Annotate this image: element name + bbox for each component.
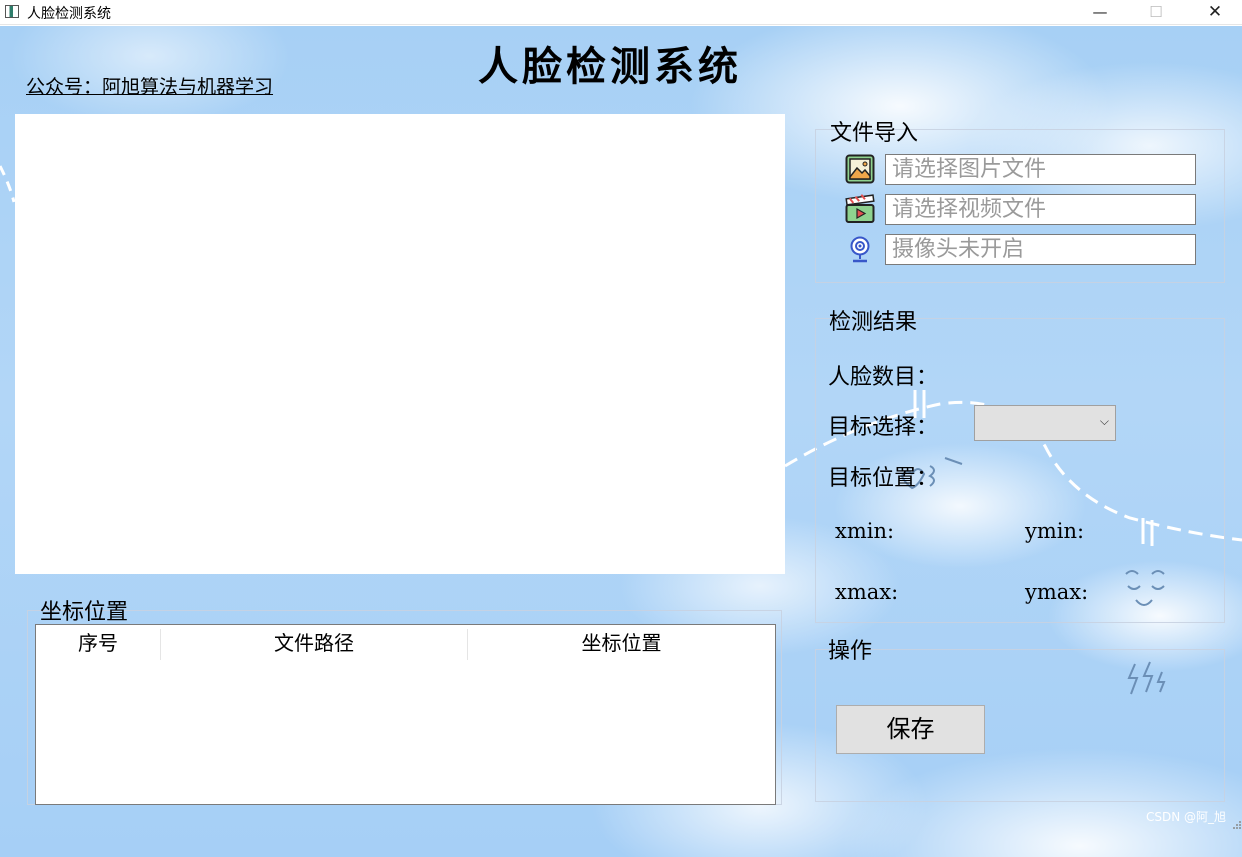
target-position-label: 目标位置： (828, 466, 939, 491)
video-file-input[interactable]: 请选择视频文件 (885, 194, 1196, 225)
image-file-input[interactable]: 请选择图片文件 (885, 154, 1196, 185)
image-display-area (15, 114, 785, 574)
target-select-label: 目标选择： (828, 415, 939, 440)
video-file-icon[interactable] (845, 194, 875, 224)
save-button[interactable]: 保存 (836, 705, 985, 754)
camera-icon[interactable] (845, 234, 875, 264)
face-count-label: 人脸数目： (828, 365, 939, 390)
xmin-label: xmin: (835, 519, 895, 543)
app-icon (5, 5, 19, 18)
watermark-text: CSDN @阿_旭 (1146, 810, 1227, 824)
target-select-dropdown[interactable]: ⌵ (974, 405, 1116, 441)
file-import-group-title: 文件导入 (830, 121, 919, 146)
chevron-down-icon[interactable]: ⌵ (1100, 414, 1109, 429)
close-button[interactable]: ✕ (1192, 0, 1238, 25)
wechat-account-link[interactable]: 公众号：阿旭算法与机器学习 (26, 72, 273, 99)
coordinates-group-title: 坐标位置 (40, 600, 129, 625)
operations-group-title: 操作 (828, 639, 873, 664)
image-file-icon[interactable] (845, 154, 875, 184)
page-title: 人脸检测系统 (478, 43, 742, 90)
window-titlebar: 人脸检测系统 — ☐ ✕ (0, 0, 1242, 25)
column-header-index[interactable]: 序号 (36, 625, 160, 661)
camera-status-field[interactable]: 摄像头未开启 (885, 234, 1196, 265)
ymin-label: ymin: (1025, 519, 1085, 543)
window-title: 人脸检测系统 (27, 6, 111, 22)
column-header-file-path[interactable]: 文件路径 (161, 625, 467, 661)
minimize-button[interactable]: — (1077, 0, 1123, 25)
results-table[interactable]: 序号 文件路径 坐标位置 (35, 624, 776, 805)
column-header-coordinates[interactable]: 坐标位置 (468, 625, 775, 661)
maximize-button[interactable]: ☐ (1133, 0, 1179, 25)
resize-grip-icon[interactable] (1232, 820, 1242, 830)
detection-result-group-title: 检测结果 (829, 310, 918, 335)
ymax-label: ymax: (1025, 580, 1089, 604)
xmax-label: xmax: (835, 580, 899, 604)
